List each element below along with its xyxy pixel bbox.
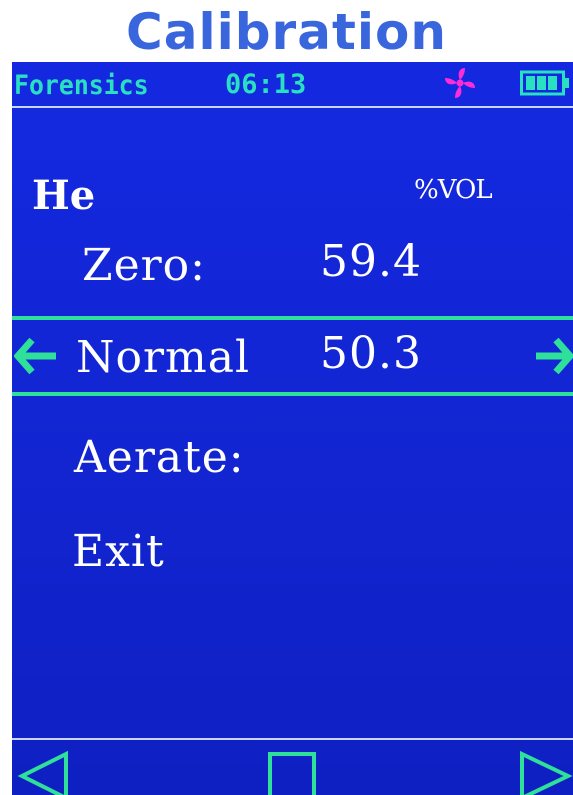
unit-label: %VOL bbox=[414, 175, 493, 205]
aerate-label: Aerate: bbox=[74, 432, 245, 483]
page-title: Calibration bbox=[126, 3, 447, 61]
menu-item-exit[interactable]: Exit bbox=[12, 516, 573, 594]
battery-icon bbox=[520, 70, 569, 96]
status-title: Forensics bbox=[14, 70, 149, 101]
exit-label: Exit bbox=[72, 526, 165, 577]
menu-item-zero[interactable]: Zero: 59.4 bbox=[12, 230, 573, 308]
menu-item-aerate[interactable]: Aerate: bbox=[12, 422, 573, 500]
normal-label: Normal bbox=[76, 332, 251, 383]
menu-item-normal[interactable]: Normal 50.3 bbox=[12, 316, 573, 396]
arrow-right-icon[interactable] bbox=[536, 336, 573, 376]
status-bar: Forensics 06:13 bbox=[12, 62, 573, 108]
triangle-left-icon[interactable] bbox=[16, 750, 70, 795]
triangle-right-icon[interactable] bbox=[516, 750, 573, 795]
normal-value: 50.3 bbox=[320, 328, 422, 379]
status-time: 06:13 bbox=[225, 69, 307, 100]
fan-icon bbox=[445, 68, 475, 98]
device-screen: Forensics 06:13 He %VOL Zero: 59.4 Norma… bbox=[12, 62, 573, 795]
square-icon[interactable] bbox=[266, 750, 318, 795]
zero-label: Zero: bbox=[82, 240, 206, 291]
gas-name: He bbox=[32, 172, 96, 219]
arrow-left-icon[interactable] bbox=[14, 336, 58, 376]
bottom-divider bbox=[12, 738, 573, 740]
zero-value: 59.4 bbox=[320, 236, 422, 287]
